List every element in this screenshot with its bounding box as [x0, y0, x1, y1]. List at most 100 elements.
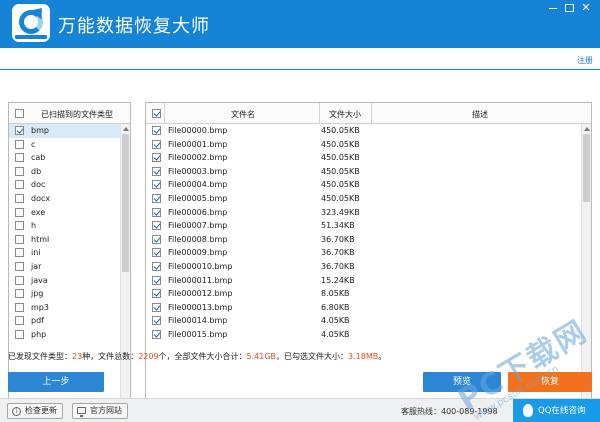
file-type-checkbox[interactable] — [15, 289, 24, 299]
file-type-item[interactable]: ini — [9, 246, 121, 260]
scroll-thumb[interactable] — [122, 134, 129, 272]
file-type-item[interactable]: mp3 — [9, 301, 121, 315]
file-type-item[interactable]: html — [9, 233, 121, 247]
recover-button[interactable]: 恢复 — [508, 372, 592, 392]
file-type-label: jar — [31, 261, 42, 271]
file-name: File00000.bmp — [168, 126, 228, 135]
register-link[interactable]: 注册 — [577, 55, 593, 66]
file-type-item[interactable]: bmp — [9, 124, 121, 138]
file-row[interactable]: File000012.bmp 8.05KB — [146, 287, 582, 301]
file-type-item[interactable]: docx — [9, 192, 121, 206]
file-type-item[interactable]: cab — [9, 151, 121, 165]
file-row[interactable]: File00000.bmp 450.05KB — [146, 124, 582, 138]
file-type-item[interactable]: exe — [9, 206, 121, 220]
file-type-item[interactable]: java — [9, 274, 121, 288]
file-type-label: docx — [31, 193, 51, 203]
file-type-checkbox[interactable] — [15, 248, 24, 258]
file-checkbox[interactable] — [152, 193, 161, 203]
file-type-item[interactable]: doc — [9, 178, 121, 192]
file-type-label: java — [31, 275, 48, 285]
file-type-checkbox[interactable] — [15, 221, 24, 231]
preview-button[interactable]: 预览 — [423, 372, 501, 392]
file-type-item[interactable]: pdf — [9, 314, 121, 328]
selected-size: 3.18MB — [348, 352, 379, 361]
file-checkbox[interactable] — [152, 302, 161, 312]
file-type-item[interactable]: db — [9, 165, 121, 179]
summary-label: 已发现文件类型： — [8, 352, 72, 361]
sub-header: 注册 — [0, 48, 600, 70]
file-type-scrollbar[interactable] — [120, 124, 130, 412]
file-checkbox[interactable] — [152, 166, 161, 176]
column-header-desc[interactable]: 描述 — [472, 109, 488, 120]
scroll-up-icon[interactable] — [123, 127, 129, 131]
file-row[interactable]: File00014.bmp 4.05KB — [146, 314, 582, 328]
select-all-types-checkbox[interactable] — [15, 109, 24, 118]
file-row[interactable]: File00009.bmp 36.70KB — [146, 246, 582, 260]
file-size: 323.49KB — [321, 207, 360, 217]
file-row[interactable]: File000013.bmp 6.80KB — [146, 301, 582, 315]
file-size: 450.05KB — [321, 139, 360, 149]
file-row[interactable]: File00004.bmp 450.05KB — [146, 178, 582, 192]
file-type-checkbox[interactable] — [15, 193, 24, 203]
file-checkbox[interactable] — [152, 234, 161, 244]
file-size: 15.24KB — [321, 275, 355, 285]
file-checkbox[interactable] — [152, 289, 161, 299]
file-type-item[interactable]: c — [9, 138, 121, 152]
file-checkbox[interactable] — [152, 248, 161, 258]
file-type-label: html — [31, 234, 50, 244]
check-update-button[interactable]: i 检查更新 — [7, 403, 63, 419]
file-type-checkbox[interactable] — [15, 316, 24, 326]
file-checkbox[interactable] — [152, 275, 161, 285]
file-row[interactable]: File00007.bmp 51.34KB — [146, 219, 582, 233]
file-list-scrollbar[interactable] — [581, 124, 591, 412]
file-type-checkbox[interactable] — [15, 207, 24, 217]
file-checkbox[interactable] — [152, 180, 161, 190]
file-type-checkbox[interactable] — [15, 139, 24, 149]
file-row[interactable]: File00015.bmp 4.05KB — [146, 328, 582, 342]
file-row[interactable]: File000010.bmp 36.70KB — [146, 260, 582, 274]
scroll-up-icon[interactable] — [584, 127, 590, 131]
prev-step-button[interactable]: 上一步 — [8, 372, 104, 392]
file-row[interactable]: File00008.bmp 36.70KB — [146, 233, 582, 247]
file-row[interactable]: File00006.bmp 323.49KB — [146, 206, 582, 220]
file-type-checkbox[interactable] — [15, 153, 24, 163]
file-list-header: 文件名 文件大小 描述 — [146, 103, 591, 124]
file-type-checkbox[interactable] — [15, 234, 24, 244]
file-type-checkbox[interactable] — [15, 261, 24, 271]
qq-consult-button[interactable]: QQ在线咨询 — [513, 399, 600, 422]
official-site-button[interactable]: 官方网站 — [72, 403, 128, 419]
column-header-size[interactable]: 文件大小 — [329, 109, 361, 120]
file-checkbox[interactable] — [152, 316, 161, 326]
file-type-checkbox[interactable] — [15, 329, 24, 339]
file-type-item[interactable]: jpg — [9, 287, 121, 301]
scroll-thumb[interactable] — [583, 134, 590, 202]
file-type-checkbox[interactable] — [15, 275, 24, 285]
file-type-checkbox[interactable] — [15, 166, 24, 176]
file-type-label: db — [31, 166, 42, 176]
select-all-files-checkbox[interactable] — [152, 109, 161, 118]
file-type-checkbox[interactable] — [15, 180, 24, 190]
file-row[interactable]: File000011.bmp 15.24KB — [146, 274, 582, 288]
column-header-name[interactable]: 文件名 — [231, 109, 255, 120]
file-size: 450.05KB — [321, 193, 360, 203]
file-name: File00003.bmp — [168, 166, 228, 176]
file-checkbox[interactable] — [152, 221, 161, 231]
file-checkbox[interactable] — [152, 139, 161, 149]
file-row[interactable]: File00001.bmp 450.05KB — [146, 138, 582, 152]
file-list: File00000.bmp 450.05KB File00001.bmp 450.05… — [146, 124, 582, 342]
file-checkbox[interactable] — [152, 153, 161, 163]
file-checkbox[interactable] — [152, 207, 161, 217]
file-name: File000013.bmp — [168, 302, 233, 312]
file-checkbox[interactable] — [152, 261, 161, 271]
file-checkbox[interactable] — [152, 126, 161, 135]
file-type-checkbox[interactable] — [15, 302, 24, 312]
close-icon[interactable]: ✕ — [576, 0, 596, 18]
file-checkbox[interactable] — [152, 329, 161, 339]
file-type-item[interactable]: php — [9, 328, 121, 342]
file-row[interactable]: File00002.bmp 450.05KB — [146, 151, 582, 165]
file-row[interactable]: File00003.bmp 450.05KB — [146, 165, 582, 179]
file-row[interactable]: File00005.bmp 450.05KB — [146, 192, 582, 206]
file-type-item[interactable]: jar — [9, 260, 121, 274]
file-type-item[interactable]: h — [9, 219, 121, 233]
file-type-checkbox[interactable] — [15, 126, 24, 135]
